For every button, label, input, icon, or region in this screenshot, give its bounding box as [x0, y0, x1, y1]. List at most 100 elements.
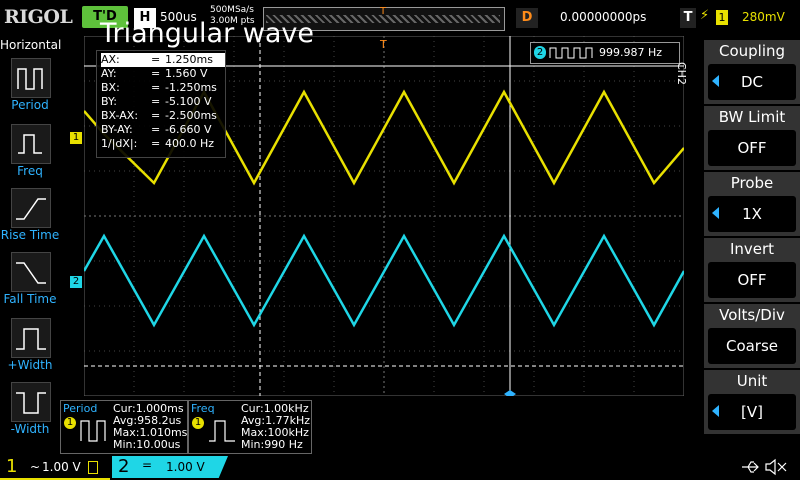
trigger-position-marker: T	[380, 6, 387, 17]
sample-rate: 500MSa/s	[210, 5, 254, 15]
probe-value: 1X	[742, 205, 762, 223]
probe-title: Probe	[730, 174, 774, 192]
measure-neg-width-label: -Width	[10, 422, 50, 436]
bw-limit-value: OFF	[737, 139, 767, 157]
speaker-muted-icon	[765, 458, 787, 476]
invert-value-box[interactable]: OFF	[708, 262, 796, 298]
cursor-row-inv-dx: 1/|dX|: = 400.0 Hz	[101, 137, 215, 150]
measure-rise-time-item[interactable]: Rise Time	[0, 188, 60, 248]
bw-limit-menu-item[interactable]: BW Limit OFF	[704, 106, 800, 170]
ch1-coupling-icon: ~	[30, 460, 41, 474]
ch1-scale: 1.00 V	[42, 460, 81, 474]
measure-fall-time-item[interactable]: Fall Time	[0, 252, 60, 312]
period-wave-icon	[80, 420, 106, 442]
counter-value: 999.987 Hz	[599, 46, 663, 59]
invert-menu-item[interactable]: Invert OFF	[704, 238, 800, 302]
ch1-channel-tab[interactable]: 1 ~ 1.00 V	[0, 456, 110, 480]
measure-freq-min: Min:990 Hz	[241, 438, 303, 451]
channel-menu-label: CH2	[675, 62, 688, 85]
rise-time-icon	[11, 188, 51, 228]
ch2-channel-tab[interactable]: 2 = 1.00 V	[112, 456, 228, 478]
unit-title: Unit	[736, 372, 768, 390]
freq-wave-icon	[209, 420, 235, 442]
volts-div-value: Coarse	[725, 337, 779, 355]
unit-value-box[interactable]: [V]	[708, 394, 796, 430]
ch1-number: 1	[6, 456, 18, 477]
invert-title: Invert	[729, 240, 775, 258]
volts-div-value-box[interactable]: Coarse	[708, 328, 796, 364]
delay-label[interactable]: D	[516, 8, 538, 28]
measure-freq-channel: 1	[192, 417, 204, 429]
bw-limit-title: BW Limit	[718, 108, 786, 126]
cursor-row-by: BY: = -5.100 V	[101, 95, 212, 108]
ch2-coupling-icon: =	[142, 458, 153, 472]
measure-period-min: Min:10.00us	[113, 438, 181, 451]
trigger-level: 280mV	[742, 10, 785, 24]
trigger-channel: 1	[716, 10, 728, 25]
ch2-number: 2	[118, 456, 130, 477]
ch1-bw-icon	[88, 461, 98, 474]
coupling-value-box[interactable]: DC	[708, 64, 796, 100]
ch2-scale: 1.00 V	[166, 460, 205, 474]
measure-freq-item[interactable]: Freq	[0, 124, 60, 184]
channel-settings-menu: Coupling DC BW Limit OFF Probe 1X Invert…	[704, 38, 800, 438]
measure-freq-title: Freq	[191, 402, 215, 415]
invert-value: OFF	[737, 271, 767, 289]
measure-period-item[interactable]: Period	[0, 58, 60, 118]
measure-period-box[interactable]: Period 1 Cur:1.000ms Avg:958.2us Max:1.0…	[60, 400, 188, 454]
cursor-position-marker	[504, 390, 516, 396]
coupling-value: DC	[740, 73, 764, 91]
measure-period-avg: Avg:958.2us	[113, 414, 182, 427]
trigger-slope-icon: ⚡	[700, 8, 710, 23]
cursor-row-ay: AY: = 1.560 V	[101, 67, 208, 80]
trigger-label[interactable]: T	[680, 8, 696, 28]
measure-neg-width-item[interactable]: -Width	[0, 382, 60, 442]
waveform-title: Triangular wave	[100, 18, 314, 49]
measure-freq-label: Freq	[17, 164, 43, 178]
cursor-row-by-ay: BY-AY: = -6.660 V	[101, 123, 212, 136]
measure-freq-cur: Cur:1.00kHz	[241, 402, 309, 415]
cursor-readout-box: AX: = 1.250ms AY: = 1.560 V BX: = -1.250ms BY:…	[96, 50, 226, 158]
measure-period-max: Max:1.010ms	[113, 426, 188, 439]
unit-menu-item[interactable]: Unit [V]	[704, 370, 800, 434]
ch1-offset-marker[interactable]: 1	[70, 132, 82, 144]
volts-div-menu-item[interactable]: Volts/Div Coarse	[704, 304, 800, 368]
cursor-row-bx: BX: = -1.250ms	[101, 81, 217, 94]
coupling-menu-item[interactable]: Coupling DC	[704, 40, 800, 104]
negative-width-icon	[11, 382, 51, 422]
unit-value: [V]	[741, 403, 763, 421]
measure-period-cur: Cur:1.000ms	[113, 402, 184, 415]
cursor-row-ax: AX: = 1.250ms	[101, 53, 225, 67]
rigol-logo: RIGOL	[4, 6, 73, 28]
fall-time-icon	[11, 252, 51, 292]
positive-width-icon	[11, 318, 51, 358]
measure-period-label: Period	[11, 98, 49, 112]
measure-pos-width-item[interactable]: +Width	[0, 318, 60, 378]
measure-freq-avg: Avg:1.77kHz	[241, 414, 310, 427]
ch2-offset-marker[interactable]: 2	[70, 276, 82, 288]
bw-limit-value-box[interactable]: OFF	[708, 130, 796, 166]
panel-title: Horizontal	[0, 38, 62, 52]
measure-pos-width-label: +Width	[7, 358, 53, 372]
trigger-top-marker: T	[379, 38, 387, 51]
square-wave-icon	[549, 47, 593, 59]
frequency-counter[interactable]: 2 999.987 Hz	[530, 42, 680, 64]
measure-freq-box[interactable]: Freq 1 Cur:1.00kHz Avg:1.77kHz Max:100kH…	[188, 400, 312, 454]
measure-side-panel: Horizontal Period Freq Rise Time Fall Ti…	[0, 36, 62, 454]
delay-value: 0.00000000ps	[560, 10, 647, 24]
volts-div-title: Volts/Div	[719, 306, 785, 324]
counter-channel-badge: 2	[534, 46, 546, 59]
measure-period-channel: 1	[64, 417, 76, 429]
period-icon	[11, 58, 51, 98]
measure-period-title: Period	[63, 402, 98, 415]
usb-icon	[742, 461, 759, 473]
measure-freq-max: Max:100kHz	[241, 426, 309, 439]
measure-rise-time-label: Rise Time	[0, 228, 60, 242]
cursor-row-bx-ax: BX-AX: = -2.500ms	[101, 109, 217, 122]
status-icons	[742, 458, 787, 476]
measure-fall-time-label: Fall Time	[3, 292, 57, 306]
freq-icon	[11, 124, 51, 164]
probe-menu-item[interactable]: Probe 1X	[704, 172, 800, 236]
probe-value-box[interactable]: 1X	[708, 196, 796, 232]
coupling-title: Coupling	[718, 42, 786, 60]
